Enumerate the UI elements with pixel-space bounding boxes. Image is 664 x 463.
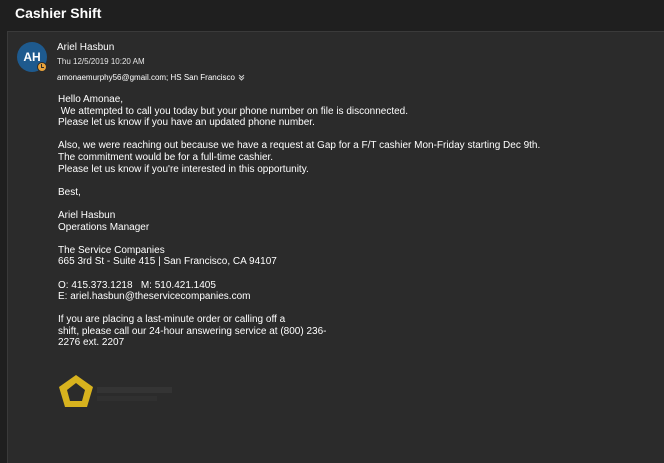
body-line: We attempted to call you today but your … — [58, 105, 409, 117]
sender-name[interactable]: Ariel Hasbun — [57, 42, 114, 53]
avatar-initials: AH — [23, 50, 41, 64]
presence-away-icon — [37, 62, 47, 72]
body-line: Please let us know if you have an update… — [58, 117, 315, 129]
body-line: Please let us know if you're interested … — [58, 163, 309, 175]
company-name: The Service Companies — [58, 244, 165, 256]
message-header-bar: Cashier Shift — [0, 0, 664, 29]
email-address[interactable]: E: ariel.hasbun@theservicecompanies.com — [58, 291, 638, 303]
recipients-line[interactable]: amonaemurphy56@gmail.com; HS San Francis… — [57, 73, 245, 82]
message-datetime: Thu 12/5/2019 10:20 AM — [57, 57, 145, 66]
greeting: Hello Amonae, — [58, 94, 124, 105]
chevron-down-icon[interactable] — [238, 74, 245, 81]
signature-name: Ariel Hasbun — [58, 209, 116, 221]
company-logo — [57, 373, 177, 413]
body-line: The commitment would be for a full-time … — [58, 151, 274, 163]
closing: Best, — [58, 186, 81, 198]
body-line: Also, we were reaching out because we ha… — [58, 140, 541, 152]
signature-title: Operations Manager — [58, 221, 150, 233]
note-line: shift, please call our 24-hour answering… — [58, 325, 327, 337]
company-address: 665 3rd St - Suite 415 | San Francisco, … — [58, 256, 277, 268]
message-subject: Cashier Shift — [15, 5, 102, 21]
message-body: Hello Amonae, We attempted to call you t… — [58, 94, 638, 349]
note-line: If you are placing a last-minute order o… — [58, 314, 286, 326]
recipients-text: amonaemurphy56@gmail.com; HS San Francis… — [57, 73, 235, 82]
phone-numbers: O: 415.373.1218 M: 510.421.1405 — [58, 279, 216, 291]
note-line: 2276 ext. 2207 — [58, 337, 125, 349]
